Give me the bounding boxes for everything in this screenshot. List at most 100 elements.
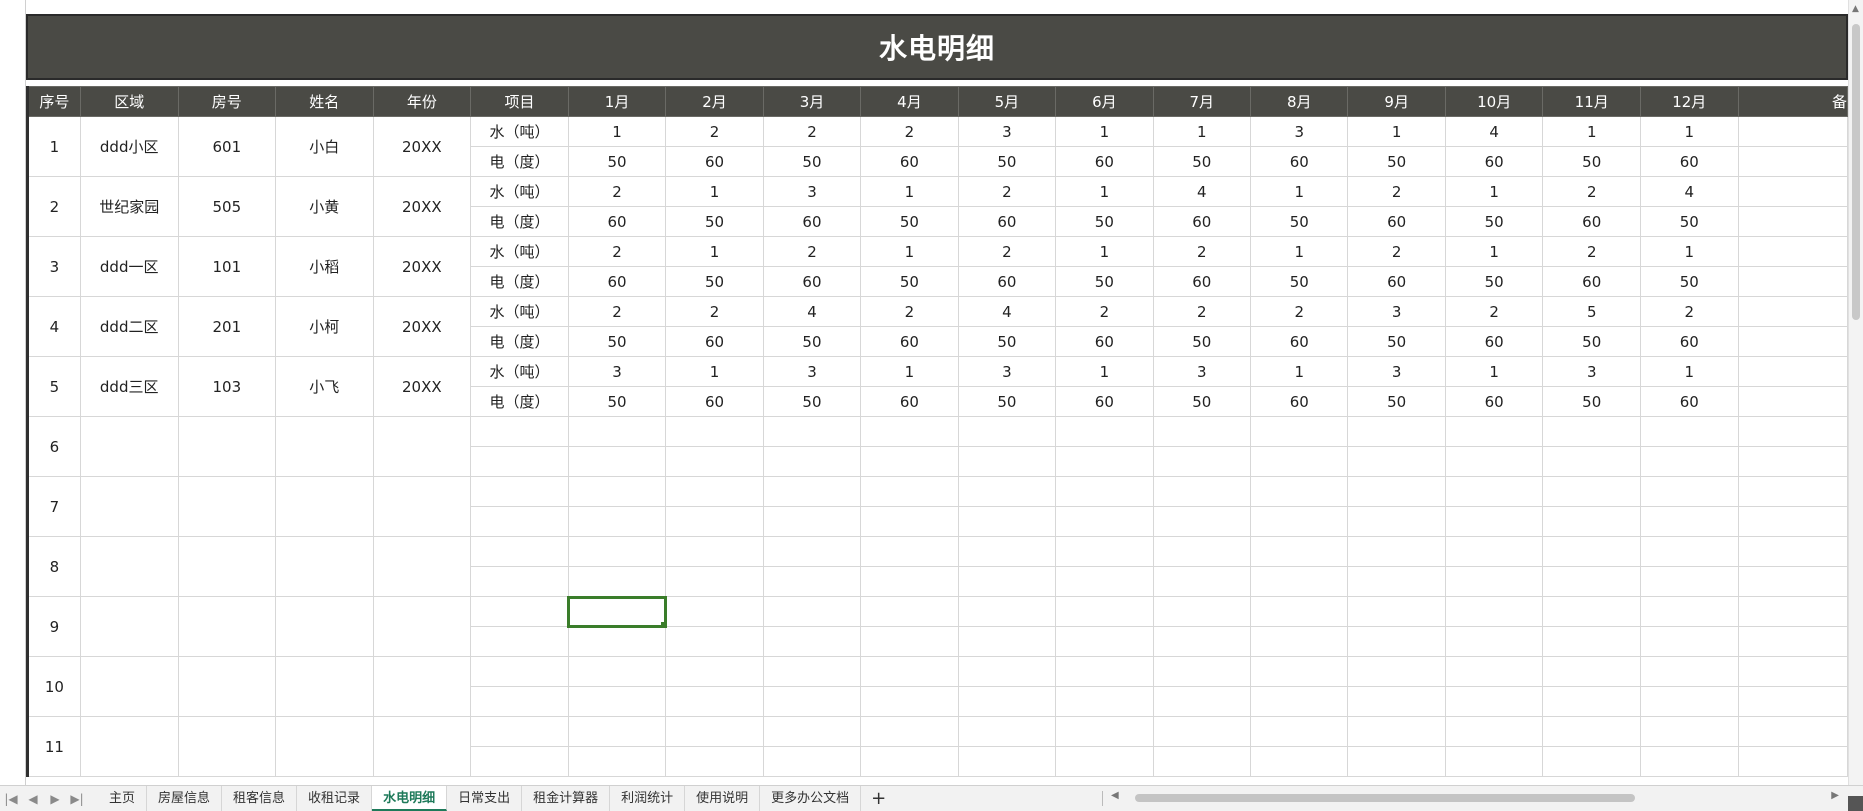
note-cell[interactable] <box>1737 296 1848 327</box>
area-cell[interactable]: 世纪家园 <box>79 176 179 237</box>
empty-cell[interactable] <box>177 656 277 717</box>
empty-cell[interactable] <box>1250 596 1349 627</box>
empty-cell[interactable] <box>1639 476 1739 507</box>
water-value-cell[interactable]: 3 <box>1152 356 1252 387</box>
empty-cell[interactable] <box>665 746 764 777</box>
area-cell[interactable]: ddd一区 <box>79 236 179 297</box>
empty-cell[interactable] <box>1639 566 1739 597</box>
sheet-tab[interactable]: 租金计算器 <box>522 786 611 811</box>
electric-value-cell[interactable]: 60 <box>1152 206 1252 237</box>
electric-value-cell[interactable]: 50 <box>1152 146 1252 177</box>
electric-value-cell[interactable]: 50 <box>860 266 959 297</box>
empty-cell[interactable] <box>1347 716 1446 747</box>
water-value-cell[interactable]: 4 <box>957 296 1057 327</box>
empty-cell[interactable] <box>665 566 764 597</box>
electric-value-cell[interactable]: 50 <box>860 206 959 237</box>
row-number-cell[interactable]: 8 <box>26 536 81 597</box>
empty-cell[interactable] <box>1444 626 1544 657</box>
water-value-cell[interactable]: 2 <box>762 236 862 267</box>
empty-cell[interactable] <box>1737 446 1848 477</box>
water-value-cell[interactable]: 1 <box>860 236 959 267</box>
empty-cell[interactable] <box>372 656 472 717</box>
water-value-cell[interactable]: 1 <box>1152 116 1252 147</box>
item-water-cell[interactable]: 水（吨） <box>470 356 569 387</box>
empty-cell[interactable] <box>1250 746 1349 777</box>
electric-value-cell[interactable]: 60 <box>665 326 764 357</box>
empty-cell[interactable] <box>1444 566 1544 597</box>
empty-cell[interactable] <box>372 476 472 537</box>
water-value-cell[interactable]: 3 <box>1347 296 1446 327</box>
water-value-cell[interactable]: 1 <box>1444 176 1544 207</box>
electric-value-cell[interactable]: 60 <box>1347 206 1446 237</box>
empty-cell[interactable] <box>275 416 374 477</box>
electric-value-cell[interactable]: 50 <box>1055 206 1154 237</box>
electric-value-cell[interactable]: 60 <box>957 206 1057 237</box>
empty-cell[interactable] <box>1737 506 1848 537</box>
empty-cell[interactable] <box>1737 416 1848 447</box>
electric-value-cell[interactable]: 50 <box>957 386 1057 417</box>
water-value-cell[interactable]: 1 <box>665 356 764 387</box>
horizontal-scroll-thumb[interactable] <box>1135 794 1635 802</box>
empty-cell[interactable] <box>1737 626 1848 657</box>
empty-cell[interactable] <box>567 716 667 747</box>
empty-cell[interactable] <box>79 656 179 717</box>
water-value-cell[interactable]: 2 <box>665 296 764 327</box>
empty-cell[interactable] <box>1542 446 1641 477</box>
water-value-cell[interactable]: 5 <box>1542 296 1641 327</box>
water-value-cell[interactable]: 3 <box>1347 356 1446 387</box>
empty-cell[interactable] <box>665 536 764 567</box>
empty-cell[interactable] <box>1152 566 1252 597</box>
prev-sheet-icon[interactable]: ◀ <box>22 792 44 806</box>
water-value-cell[interactable]: 1 <box>1444 236 1544 267</box>
empty-cell[interactable] <box>762 716 862 747</box>
electric-value-cell[interactable]: 50 <box>1542 146 1641 177</box>
water-value-cell[interactable]: 3 <box>762 356 862 387</box>
water-value-cell[interactable]: 1 <box>567 116 667 147</box>
electric-value-cell[interactable]: 60 <box>762 206 862 237</box>
note-cell[interactable] <box>1737 266 1848 297</box>
empty-cell[interactable] <box>1347 656 1446 687</box>
electric-value-cell[interactable]: 60 <box>860 326 959 357</box>
empty-cell[interactable] <box>1250 536 1349 567</box>
column-header[interactable]: 5月 <box>957 86 1057 117</box>
water-value-cell[interactable]: 2 <box>1542 176 1641 207</box>
empty-cell[interactable] <box>860 476 959 507</box>
water-value-cell[interactable]: 1 <box>1250 356 1349 387</box>
electric-value-cell[interactable]: 60 <box>567 266 667 297</box>
empty-cell[interactable] <box>177 416 277 477</box>
resize-corner[interactable] <box>1848 796 1863 811</box>
column-header[interactable]: 9月 <box>1347 86 1446 117</box>
electric-value-cell[interactable]: 60 <box>957 266 1057 297</box>
electric-value-cell[interactable]: 60 <box>1250 386 1349 417</box>
empty-cell[interactable] <box>470 746 569 777</box>
column-header[interactable]: 区域 <box>79 86 179 117</box>
empty-cell[interactable] <box>762 476 862 507</box>
empty-cell[interactable] <box>1444 596 1544 627</box>
empty-cell[interactable] <box>1152 686 1252 717</box>
electric-value-cell[interactable]: 50 <box>1347 326 1446 357</box>
empty-cell[interactable] <box>1347 536 1446 567</box>
electric-value-cell[interactable]: 60 <box>1542 206 1641 237</box>
empty-cell[interactable] <box>957 716 1057 747</box>
vertical-scrollbar[interactable]: ▲ <box>1848 0 1863 785</box>
empty-cell[interactable] <box>957 596 1057 627</box>
electric-value-cell[interactable]: 50 <box>762 326 862 357</box>
empty-cell[interactable] <box>1347 416 1446 447</box>
empty-cell[interactable] <box>1444 536 1544 567</box>
scroll-right-icon[interactable]: ▶ <box>1831 790 1839 801</box>
empty-cell[interactable] <box>1152 716 1252 747</box>
empty-cell[interactable] <box>567 416 667 447</box>
column-header[interactable]: 6月 <box>1055 86 1154 117</box>
item-electric-cell[interactable]: 电（度） <box>470 206 569 237</box>
sheet-tab[interactable]: 租客信息 <box>222 786 298 811</box>
empty-cell[interactable] <box>275 476 374 537</box>
empty-cell[interactable] <box>79 536 179 597</box>
sheet-tab[interactable]: 更多办公文档 <box>760 786 862 811</box>
empty-cell[interactable] <box>1639 596 1739 627</box>
empty-cell[interactable] <box>860 626 959 657</box>
sheet-tab[interactable]: 主页 <box>98 786 148 811</box>
empty-cell[interactable] <box>470 446 569 477</box>
first-sheet-icon[interactable]: |◀ <box>0 792 22 806</box>
water-value-cell[interactable]: 1 <box>1250 176 1349 207</box>
empty-cell[interactable] <box>1444 476 1544 507</box>
